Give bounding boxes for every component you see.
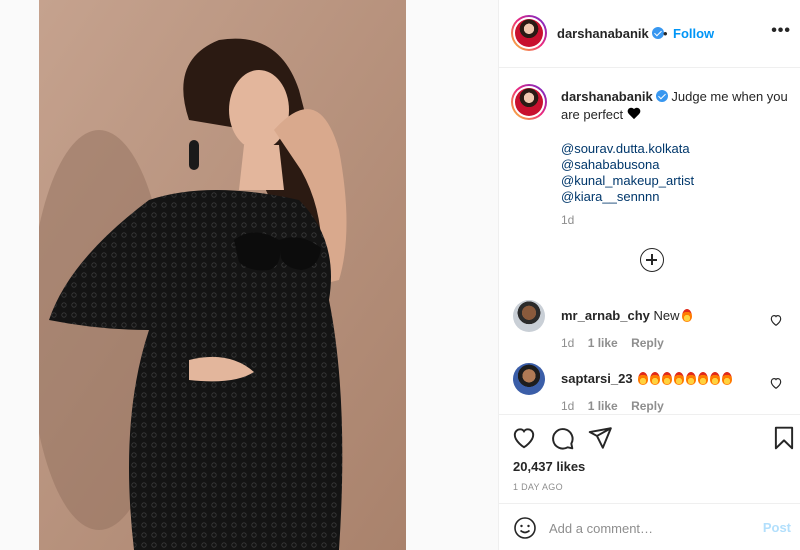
post-side-panel: darshanabanik • Follow ••• darshanabanik… bbox=[498, 0, 800, 550]
comment-meta: 1d 1 like Reply bbox=[561, 399, 674, 413]
post-comment-button[interactable]: Post bbox=[763, 520, 791, 535]
author-username[interactable]: darshanabanik bbox=[557, 26, 664, 41]
fire-emoji-icon bbox=[638, 372, 649, 385]
caption-text: darshanabanik Judge me when you are perf… bbox=[561, 88, 793, 124]
fire-emoji-icon bbox=[650, 372, 661, 385]
emoji-smiley-icon[interactable] bbox=[513, 516, 537, 540]
reply-button[interactable]: Reply bbox=[631, 336, 664, 350]
black-heart-emoji-icon bbox=[627, 108, 641, 120]
post-image-pane bbox=[39, 0, 406, 550]
comment-bubble-icon[interactable] bbox=[549, 425, 575, 451]
like-comment-heart-icon[interactable] bbox=[769, 376, 783, 390]
mention-link[interactable]: @kunal_makeup_artist bbox=[561, 173, 694, 189]
comment-item: mr_arnab_chy New 1d 1 like Reply bbox=[499, 300, 800, 360]
caption-mentions: @sourav.dutta.kolkata @sahababusona @kun… bbox=[561, 141, 694, 205]
share-send-icon[interactable] bbox=[587, 425, 613, 451]
comment-meta: 1d 1 like Reply bbox=[561, 336, 674, 350]
reply-button[interactable]: Reply bbox=[631, 399, 664, 413]
page-background bbox=[406, 0, 498, 550]
fire-emoji-icon bbox=[686, 372, 697, 385]
likes-count[interactable]: 20,437 likes bbox=[513, 459, 585, 474]
left-gutter bbox=[0, 0, 39, 550]
verified-badge-icon bbox=[655, 90, 668, 102]
commenter-avatar[interactable] bbox=[513, 363, 545, 395]
post-photo[interactable] bbox=[39, 0, 406, 550]
fire-emoji-group bbox=[636, 371, 733, 386]
save-bookmark-icon[interactable] bbox=[771, 425, 797, 451]
comment-likes[interactable]: 1 like bbox=[588, 336, 618, 350]
like-heart-icon[interactable] bbox=[511, 425, 537, 451]
fire-emoji-icon bbox=[662, 372, 673, 385]
post-actions: 20,437 likes 1 DAY AGO Post bbox=[499, 414, 800, 550]
more-options-icon[interactable]: ••• bbox=[771, 22, 791, 40]
load-more-comments-icon[interactable] bbox=[640, 248, 664, 272]
follow-button[interactable]: Follow bbox=[673, 26, 714, 41]
author-avatar[interactable] bbox=[511, 15, 547, 51]
commenter-avatar[interactable] bbox=[513, 300, 545, 332]
comments-section: darshanabanik Judge me when you are perf… bbox=[499, 68, 800, 414]
caption-username[interactable]: darshanabanik bbox=[561, 89, 653, 104]
comment-text: saptarsi_23 bbox=[561, 371, 733, 386]
comment-body: New bbox=[653, 308, 680, 323]
fire-emoji-icon bbox=[710, 372, 721, 385]
comment-age: 1d bbox=[561, 336, 575, 350]
separator-dot: • bbox=[663, 26, 668, 41]
mention-link[interactable]: @sourav.dutta.kolkata bbox=[561, 141, 694, 157]
post-header: darshanabanik • Follow ••• bbox=[499, 0, 800, 68]
post-date: 1 DAY AGO bbox=[513, 482, 563, 492]
add-comment-bar: Post bbox=[499, 503, 800, 550]
add-comment-input[interactable] bbox=[549, 516, 749, 540]
post-photo-illustration bbox=[39, 0, 406, 550]
caption-author-avatar[interactable] bbox=[511, 84, 547, 120]
comment-likes[interactable]: 1 like bbox=[588, 399, 618, 413]
like-comment-heart-icon[interactable] bbox=[769, 313, 783, 327]
fire-emoji-icon bbox=[698, 372, 709, 385]
fire-emoji-icon bbox=[674, 372, 685, 385]
comment-age: 1d bbox=[561, 399, 575, 413]
caption-age: 1d bbox=[561, 213, 575, 227]
mention-link[interactable]: @sahababusona bbox=[561, 157, 694, 173]
commenter-username[interactable]: mr_arnab_chy bbox=[561, 308, 650, 323]
fire-emoji-icon bbox=[681, 309, 692, 322]
mention-link[interactable]: @kiara__sennnn bbox=[561, 189, 694, 205]
commenter-username[interactable]: saptarsi_23 bbox=[561, 371, 633, 386]
fire-emoji-icon bbox=[722, 372, 733, 385]
verified-badge-icon bbox=[651, 27, 664, 39]
comment-text: mr_arnab_chy New bbox=[561, 308, 692, 323]
